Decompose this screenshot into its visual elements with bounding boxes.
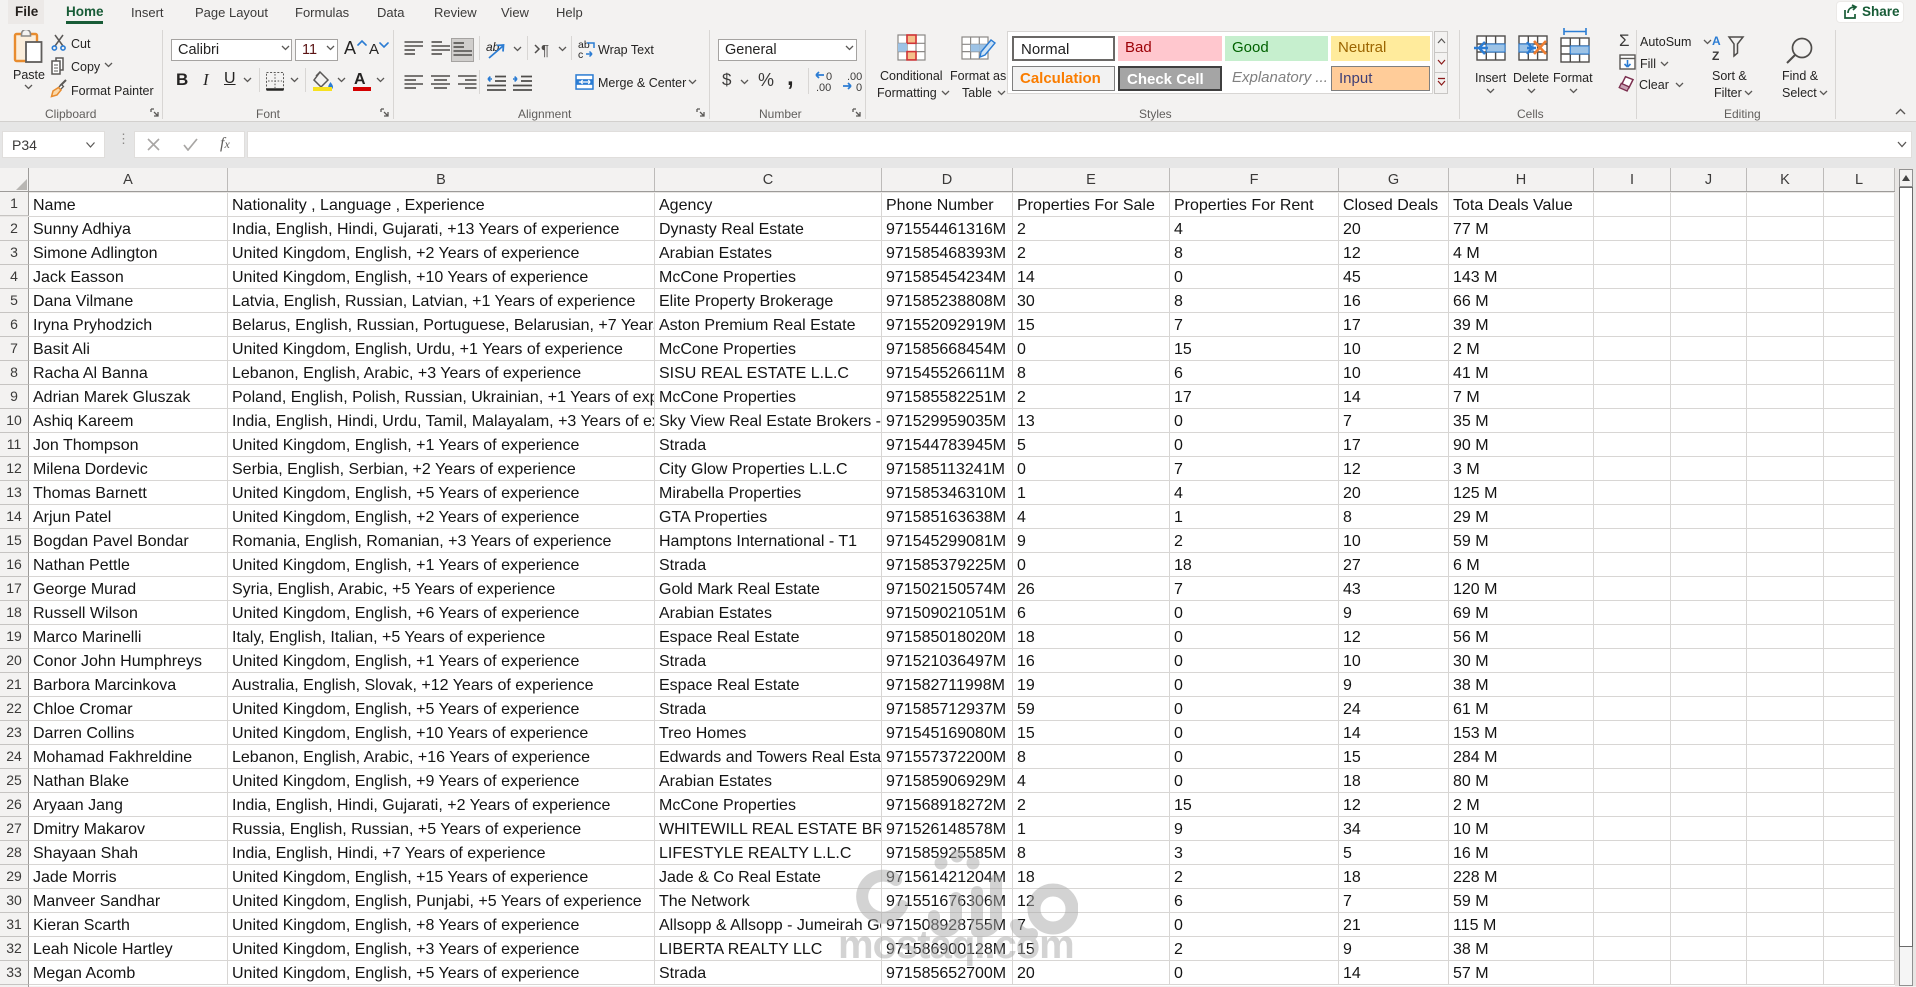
svg-text:ab: ab: [486, 40, 500, 54]
svg-text:.00: .00: [816, 82, 831, 92]
svg-text:0: 0: [856, 82, 862, 92]
svg-text:¶: ¶: [541, 42, 549, 58]
svg-text:Z: Z: [1712, 49, 1719, 62]
svg-text:A: A: [1712, 34, 1721, 48]
svg-text:mostaql.com: mostaql.com: [838, 923, 1074, 966]
svg-text:c: c: [578, 49, 583, 59]
